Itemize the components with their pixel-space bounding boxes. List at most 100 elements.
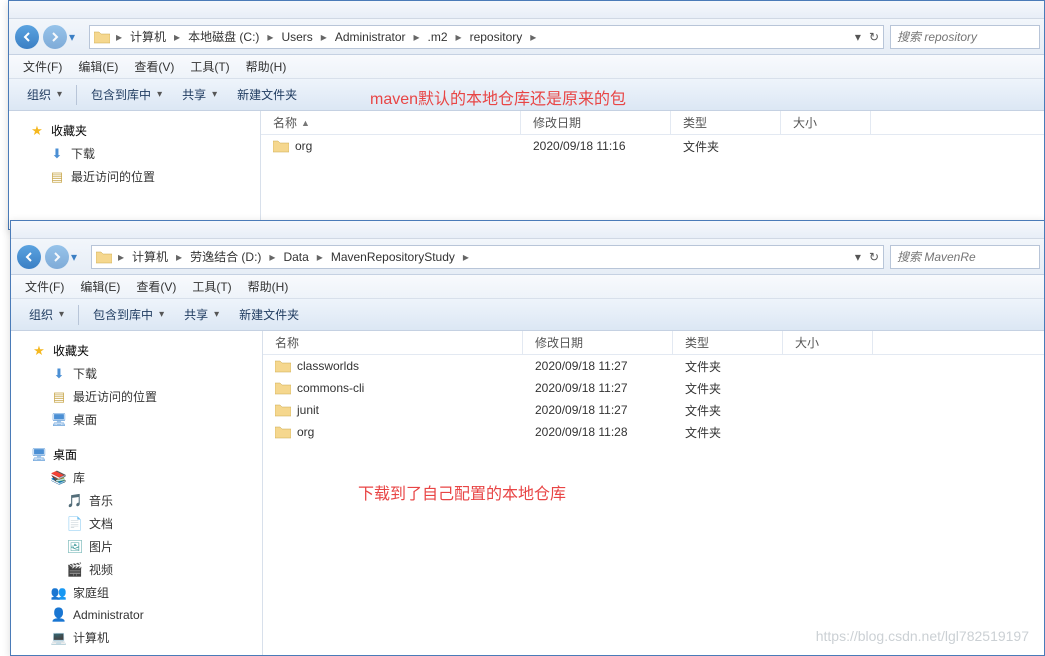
- sidebar-item-downloads[interactable]: ⬇ 下载: [9, 142, 260, 165]
- sidebar-item-desktop[interactable]: 🖥 桌面: [11, 408, 262, 431]
- file-name: org: [295, 139, 312, 153]
- sidebar-item-user[interactable]: 👤 Administrator: [11, 604, 262, 626]
- search-box[interactable]: [890, 245, 1040, 269]
- toolbar: 组织▾ 包含到库中▾ 共享▾ 新建文件夹: [9, 79, 1044, 111]
- breadcrumb: ▸ 计算机 ▸ 劳逸结合 (D:) ▸ Data ▸ MavenReposito…: [116, 248, 851, 265]
- new-folder-button[interactable]: 新建文件夹: [229, 302, 309, 327]
- crumb-disk-d[interactable]: 劳逸结合 (D:): [184, 248, 267, 265]
- organize-button[interactable]: 组织▾: [19, 302, 74, 327]
- column-type[interactable]: 类型: [673, 331, 783, 354]
- file-size: [783, 430, 873, 434]
- search-input[interactable]: [897, 250, 1033, 264]
- crumb-admin[interactable]: Administrator: [329, 30, 412, 44]
- column-size[interactable]: 大小: [781, 111, 871, 134]
- history-dropdown[interactable]: ▾: [69, 30, 83, 44]
- crumb-m2[interactable]: .m2: [422, 30, 454, 44]
- crumb-maven-repo[interactable]: MavenRepositoryStudy: [325, 250, 461, 264]
- column-type[interactable]: 类型: [671, 111, 781, 134]
- include-library-button[interactable]: 包含到库中▾: [83, 302, 174, 327]
- file-row[interactable]: org 2020/09/18 11:16 文件夹: [261, 135, 1044, 157]
- history-dropdown[interactable]: ▾: [71, 250, 85, 264]
- file-date: 2020/09/18 11:27: [523, 357, 673, 375]
- menu-tools[interactable]: 工具(T): [182, 56, 237, 77]
- folder-icon: [273, 139, 289, 153]
- download-icon: ⬇: [51, 366, 67, 382]
- sidebar-item-library[interactable]: 📚 库: [11, 466, 262, 489]
- file-type: 文件夹: [673, 422, 783, 443]
- include-library-button[interactable]: 包含到库中▾: [81, 82, 172, 107]
- sidebar-item-videos[interactable]: 🎬 视频: [11, 558, 262, 581]
- back-button[interactable]: [17, 245, 41, 269]
- chevron-right-icon: ▸: [454, 30, 464, 44]
- column-name[interactable]: 名称▲: [261, 111, 521, 134]
- sidebar-item-homegroup[interactable]: 👥 家庭组: [11, 581, 262, 604]
- file-row[interactable]: classworlds 2020/09/18 11:27 文件夹: [263, 355, 1044, 377]
- desktop-header[interactable]: 🖥 桌面: [11, 443, 262, 466]
- column-date[interactable]: 修改日期: [521, 111, 671, 134]
- menu-help[interactable]: 帮助(H): [238, 56, 295, 77]
- forward-button[interactable]: [43, 25, 67, 49]
- dropdown-icon[interactable]: ▾: [855, 250, 861, 264]
- favorites-label: 收藏夹: [51, 122, 87, 139]
- sidebar-item-recent[interactable]: ▤ 最近访问的位置: [9, 165, 260, 188]
- titlebar[interactable]: [11, 221, 1044, 239]
- crumb-computer[interactable]: 计算机: [126, 248, 174, 265]
- search-box[interactable]: [890, 25, 1040, 49]
- chevron-right-icon: ▸: [265, 30, 275, 44]
- crumb-users[interactable]: Users: [275, 30, 318, 44]
- favorites-header[interactable]: ★ 收藏夹: [9, 119, 260, 142]
- refresh-icon[interactable]: ↻: [869, 250, 879, 264]
- file-type: 文件夹: [671, 136, 781, 157]
- content: ★ 收藏夹 ⬇ 下载 ▤ 最近访问的位置 名称▲ 修改日期 类型 大小: [9, 111, 1044, 229]
- file-name: org: [297, 425, 314, 439]
- share-button[interactable]: 共享▾: [174, 302, 229, 327]
- search-input[interactable]: [897, 30, 1033, 44]
- menu-edit[interactable]: 编辑(E): [72, 276, 128, 297]
- menu-view[interactable]: 查看(V): [126, 56, 182, 77]
- sidebar-item-documents[interactable]: 📄 文档: [11, 512, 262, 535]
- back-button[interactable]: [15, 25, 39, 49]
- file-row[interactable]: junit 2020/09/18 11:27 文件夹: [263, 399, 1044, 421]
- file-date: 2020/09/18 11:28: [523, 423, 673, 441]
- column-size[interactable]: 大小: [783, 331, 873, 354]
- menu-help[interactable]: 帮助(H): [240, 276, 297, 297]
- refresh-icon[interactable]: ↻: [869, 30, 879, 44]
- folder-icon: [275, 425, 291, 439]
- forward-button[interactable]: [45, 245, 69, 269]
- menu-tools[interactable]: 工具(T): [184, 276, 239, 297]
- menu-view[interactable]: 查看(V): [128, 276, 184, 297]
- content: ★ 收藏夹 ⬇ 下载 ▤ 最近访问的位置 🖥 桌面: [11, 331, 1044, 655]
- sidebar-item-pictures[interactable]: 🖼 图片: [11, 535, 262, 558]
- breadcrumb: ▸ 计算机 ▸ 本地磁盘 (C:) ▸ Users ▸ Administrato…: [114, 28, 851, 45]
- favorites-header[interactable]: ★ 收藏夹: [11, 339, 262, 362]
- file-row[interactable]: commons-cli 2020/09/18 11:27 文件夹: [263, 377, 1044, 399]
- file-row[interactable]: org 2020/09/18 11:28 文件夹: [263, 421, 1044, 443]
- sidebar-item-downloads[interactable]: ⬇ 下载: [11, 362, 262, 385]
- sidebar-item-music[interactable]: 🎵 音乐: [11, 489, 262, 512]
- titlebar[interactable]: [9, 1, 1044, 19]
- address-bar[interactable]: ▸ 计算机 ▸ 本地磁盘 (C:) ▸ Users ▸ Administrato…: [89, 25, 884, 49]
- pics-icon: 🖼: [67, 539, 83, 555]
- sidebar: ★ 收藏夹 ⬇ 下载 ▤ 最近访问的位置: [9, 111, 261, 229]
- file-size: [783, 386, 873, 390]
- crumb-disk-c[interactable]: 本地磁盘 (C:): [182, 28, 265, 45]
- menu-file[interactable]: 文件(F): [15, 56, 70, 77]
- crumb-data[interactable]: Data: [277, 250, 314, 264]
- column-name[interactable]: 名称: [263, 331, 523, 354]
- column-date[interactable]: 修改日期: [523, 331, 673, 354]
- sidebar-item-computer[interactable]: 💻 计算机: [11, 626, 262, 649]
- menu-edit[interactable]: 编辑(E): [70, 56, 126, 77]
- sidebar-item-recent[interactable]: ▤ 最近访问的位置: [11, 385, 262, 408]
- file-name: classworlds: [297, 359, 359, 373]
- menu-file[interactable]: 文件(F): [17, 276, 72, 297]
- library-icon: 📚: [51, 470, 67, 486]
- chevron-right-icon: ▸: [174, 250, 184, 264]
- new-folder-button[interactable]: 新建文件夹: [227, 82, 307, 107]
- crumb-computer[interactable]: 计算机: [124, 28, 172, 45]
- crumb-repository[interactable]: repository: [464, 30, 529, 44]
- dropdown-icon[interactable]: ▾: [855, 30, 861, 44]
- share-button[interactable]: 共享▾: [172, 82, 227, 107]
- address-bar[interactable]: ▸ 计算机 ▸ 劳逸结合 (D:) ▸ Data ▸ MavenReposito…: [91, 245, 884, 269]
- file-type: 文件夹: [673, 400, 783, 421]
- organize-button[interactable]: 组织▾: [17, 82, 72, 107]
